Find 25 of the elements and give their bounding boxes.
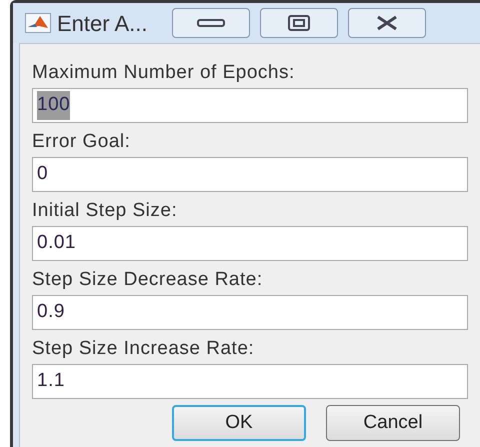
input-field[interactable]: 0.9 (32, 295, 468, 330)
field-label: Initial Step Size: (32, 200, 178, 222)
field-value: 100 (37, 91, 70, 120)
close-icon (374, 15, 398, 31)
input-field[interactable]: 100 (32, 88, 468, 123)
input-field[interactable]: 0 (32, 157, 468, 192)
window-title: Enter A... (57, 10, 148, 38)
input-field[interactable]: 1.1 (32, 364, 468, 399)
minimize-button[interactable] (172, 8, 250, 38)
field-label: Maximum Number of Epochs: (32, 62, 296, 84)
field-value: 0.9 (37, 300, 65, 324)
field-value: 1.1 (37, 369, 65, 394)
field-value: 0.01 (37, 231, 76, 256)
peak-logo-icon (25, 13, 51, 33)
input-field[interactable]: 0.01 (32, 226, 468, 261)
maximize-button[interactable] (260, 8, 338, 38)
dialog-button[interactable]: Cancel (326, 405, 460, 441)
field-label: Step Size Decrease Rate: (32, 269, 264, 291)
close-button[interactable] (348, 8, 426, 38)
dialog-button[interactable]: OK (172, 405, 306, 441)
field-label: Error Goal: (32, 131, 132, 153)
field-label: Step Size Increase Rate: (32, 338, 256, 360)
minimize-icon (196, 18, 224, 28)
field-value: 0 (37, 162, 48, 186)
restore-icon (288, 15, 310, 31)
